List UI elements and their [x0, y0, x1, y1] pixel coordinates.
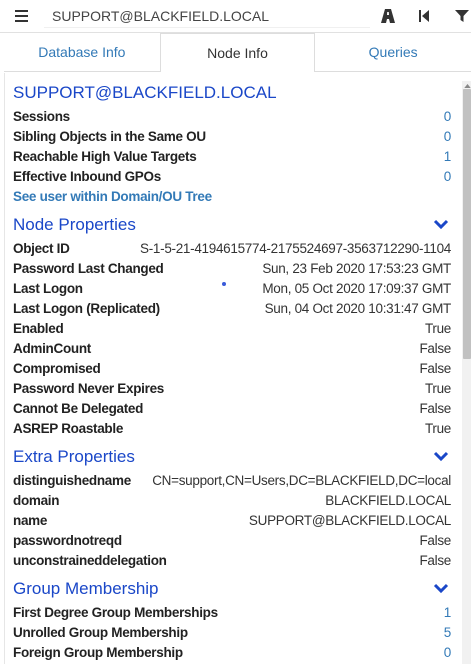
- overview-row-sibling-objects: Sibling Objects in the Same OU 0: [13, 126, 451, 146]
- row-value: SUPPORT@BLACKFIELD.LOCAL: [248, 512, 451, 528]
- row-label: Cannot Be Delegated: [13, 400, 144, 416]
- membership-row: Unrolled Group Membership 5: [13, 622, 451, 642]
- property-row: Password Never Expires True: [13, 378, 451, 398]
- row-value: Sun, 23 Feb 2020 17:53:23 GMT: [262, 260, 451, 276]
- row-label: Effective Inbound GPOs: [13, 168, 161, 184]
- row-value: True: [424, 320, 451, 336]
- node-properties-heading: Node Properties: [13, 212, 451, 238]
- row-label: distinguishedname: [13, 472, 131, 488]
- search-input[interactable]: [44, 4, 370, 28]
- search-bar: [0, 0, 471, 33]
- row-value: BLACKFIELD.LOCAL: [325, 492, 451, 508]
- property-row: name SUPPORT@BLACKFIELD.LOCAL: [13, 510, 451, 530]
- row-value[interactable]: 0: [444, 129, 452, 144]
- tab-bar: Database Info Node Info Queries: [4, 33, 471, 72]
- node-info-content: SUPPORT@BLACKFIELD.LOCAL Sessions 0 Sibl…: [13, 73, 451, 662]
- row-value: Mon, 05 Oct 2020 17:09:37 GMT: [262, 280, 451, 296]
- row-label: Foreign Group Membership: [13, 644, 183, 660]
- row-label: AdminCount: [13, 340, 91, 356]
- row-label: Enabled: [13, 320, 64, 336]
- row-value[interactable]: 5: [444, 625, 452, 640]
- overview-row-high-value-targets: Reachable High Value Targets 1: [13, 146, 451, 166]
- scrollbar-thumb[interactable]: [463, 89, 471, 359]
- filter-icon: [455, 10, 469, 22]
- section-title: Extra Properties: [13, 447, 135, 466]
- row-value[interactable]: 0: [444, 645, 452, 660]
- section-title: Node Properties: [13, 215, 136, 234]
- see-user-in-tree-link[interactable]: See user within Domain/OU Tree: [13, 186, 451, 206]
- row-label: Unrolled Group Membership: [13, 624, 188, 640]
- row-label: First Degree Group Memberships: [13, 604, 218, 620]
- road-icon: [381, 9, 395, 23]
- row-value: True: [424, 380, 451, 396]
- row-label: Last Logon: [13, 280, 83, 296]
- node-info-panel: SUPPORT@BLACKFIELD.LOCAL Sessions 0 Sibl…: [4, 73, 471, 664]
- row-value: False: [419, 400, 451, 416]
- overview-row-sessions: Sessions 0: [13, 106, 451, 126]
- row-value: CN=support,CN=Users,DC=BLACKFIELD,DC=loc…: [152, 472, 451, 488]
- row-value: Sun, 04 Oct 2020 10:31:47 GMT: [264, 300, 452, 316]
- property-row: Cannot Be Delegated False: [13, 398, 451, 418]
- row-label: Password Last Changed: [13, 260, 164, 276]
- property-row: Object ID S-1-5-21-4194615774-2175524697…: [13, 238, 451, 258]
- row-label: Password Never Expires: [13, 380, 164, 396]
- row-label: passwordnotreqd: [13, 532, 122, 548]
- extra-properties-heading: Extra Properties: [13, 444, 451, 470]
- chevron-down-icon[interactable]: [433, 451, 449, 463]
- property-row: unconstraineddelegation False: [13, 550, 451, 570]
- row-label: Compromised: [13, 360, 101, 376]
- property-row: domain BLACKFIELD.LOCAL: [13, 490, 451, 510]
- row-value[interactable]: 1: [444, 605, 452, 620]
- section-title: Group Membership: [13, 579, 159, 598]
- cursor-dot: [222, 282, 226, 286]
- row-value: S-1-5-21-4194615774-2175524697-356371229…: [140, 240, 451, 256]
- row-value[interactable]: 0: [444, 169, 452, 184]
- row-label: ASREP Roastable: [13, 420, 124, 436]
- row-value: False: [419, 340, 451, 356]
- row-value: True: [424, 420, 451, 436]
- row-label: Sibling Objects in the Same OU: [13, 128, 206, 144]
- tab-queries[interactable]: Queries: [315, 33, 471, 71]
- row-value[interactable]: 1: [444, 149, 452, 164]
- membership-row: First Degree Group Memberships 1: [13, 602, 451, 622]
- hamburger-icon: [14, 10, 28, 22]
- row-value: False: [419, 552, 451, 568]
- tab-node-info[interactable]: Node Info: [159, 33, 316, 72]
- row-value: False: [419, 532, 451, 548]
- property-row: passwordnotreqd False: [13, 530, 451, 550]
- back-button[interactable]: [412, 5, 436, 27]
- group-membership-heading: Group Membership: [13, 576, 451, 602]
- property-row: Compromised False: [13, 358, 451, 378]
- property-row: Last Logon Mon, 05 Oct 2020 17:09:37 GMT: [13, 278, 451, 298]
- vertical-scrollbar[interactable]: [462, 81, 471, 664]
- row-label: Object ID: [13, 240, 70, 256]
- property-row: distinguishedname CN=support,CN=Users,DC…: [13, 470, 451, 490]
- filter-button[interactable]: [450, 5, 471, 27]
- node-name-heading: SUPPORT@BLACKFIELD.LOCAL: [13, 80, 451, 106]
- chevron-down-icon[interactable]: [433, 219, 449, 231]
- property-row: Last Logon (Replicated) Sun, 04 Oct 2020…: [13, 298, 451, 318]
- row-label: unconstraineddelegation: [13, 552, 167, 568]
- chevron-down-icon[interactable]: [433, 583, 449, 595]
- property-row: AdminCount False: [13, 338, 451, 358]
- node-name: SUPPORT@BLACKFIELD.LOCAL: [13, 83, 277, 102]
- property-row: Password Last Changed Sun, 23 Feb 2020 1…: [13, 258, 451, 278]
- row-label: Sessions: [13, 108, 70, 124]
- membership-row: Foreign Group Membership 0: [13, 642, 451, 662]
- menu-button[interactable]: [10, 6, 32, 26]
- property-row: Enabled True: [13, 318, 451, 338]
- row-label: name: [13, 512, 48, 528]
- row-label: Last Logon (Replicated): [13, 300, 160, 316]
- overview-row-inbound-gpos: Effective Inbound GPOs 0: [13, 166, 451, 186]
- tab-database-info[interactable]: Database Info: [4, 33, 160, 71]
- property-row: ASREP Roastable True: [13, 418, 451, 438]
- pathfinding-button[interactable]: [376, 5, 400, 27]
- row-value[interactable]: 0: [444, 109, 452, 124]
- row-label: domain: [13, 492, 60, 508]
- row-value: False: [419, 360, 451, 376]
- step-backward-icon: [419, 10, 429, 22]
- row-label: Reachable High Value Targets: [13, 148, 197, 164]
